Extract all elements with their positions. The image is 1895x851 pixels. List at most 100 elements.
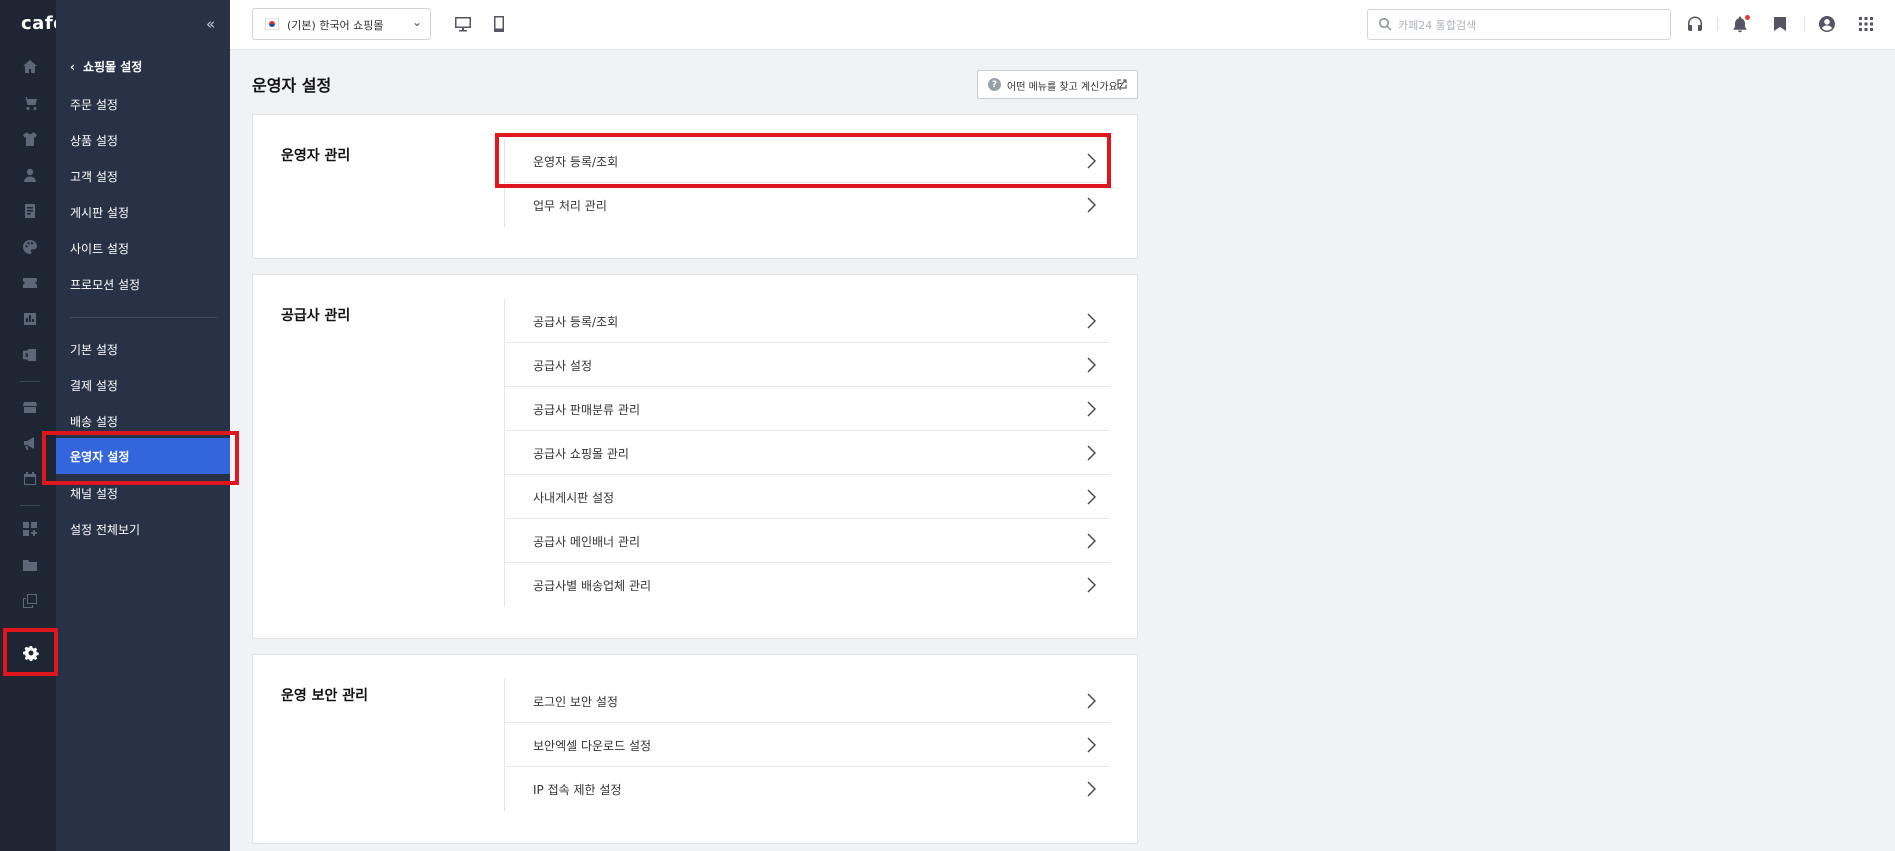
submenu-item-board[interactable]: 게시판 설정 [70,204,129,221]
excel-icon[interactable] [22,347,38,363]
menu-row-supplier-carrier[interactable]: 공급사별 배송업체 관리 [505,563,1110,607]
submenu-item-basic[interactable]: 기본 설정 [70,341,118,358]
menu-row-operator-register[interactable]: 운영자 등록/조회 [505,139,1110,183]
palette-icon[interactable] [22,239,38,255]
megaphone-icon[interactable] [22,435,38,451]
headset-support-icon[interactable] [1686,15,1704,33]
apps-icon[interactable] [22,521,38,537]
submenu-item-order[interactable]: 주문 설정 [70,96,118,113]
section-title: 운영자 관리 [281,148,351,164]
rail-divider [20,505,40,506]
collapse-sidebar-button[interactable]: « [206,15,215,33]
bookmark-icon[interactable] [1771,15,1789,33]
korea-flag-icon [265,18,279,30]
menu-help-label: 어떤 메뉴를 찾고 계신가요? [1007,82,1124,93]
menu-row-supplier-sales-category[interactable]: 공급사 판매분류 관리 [505,387,1110,431]
menu-row-supplier-register[interactable]: 공급사 등록/조회 [505,299,1110,343]
menu-row-supplier-settings[interactable]: 공급사 설정 [505,343,1110,387]
menu-row-internal-board[interactable]: 사내게시판 설정 [505,475,1110,519]
menu-row-label: 공급사 설정 [533,359,593,373]
board-icon[interactable] [22,203,38,219]
submenu-item-site[interactable]: 사이트 설정 [70,240,129,257]
shirt-icon[interactable] [22,131,38,147]
external-link-icon [1117,78,1127,89]
chevron-right-icon [1086,533,1096,549]
section-title: 공급사 관리 [281,308,351,324]
topbar-divider [1717,17,1718,31]
user-icon[interactable] [22,167,38,183]
desktop-icon[interactable] [454,15,472,33]
menu-row-label: IP 접속 제한 설정 [533,783,622,797]
global-search[interactable] [1367,9,1671,40]
mobile-icon[interactable] [490,15,508,33]
app-grid-icon[interactable] [1857,15,1875,33]
menu-row-label: 공급사 등록/조회 [533,315,619,329]
topbar-divider [1804,17,1805,31]
account-icon[interactable] [1818,15,1836,33]
back-label: 쇼핑몰 설정 [82,60,143,74]
menu-row-task-management[interactable]: 업무 처리 관리 [505,183,1110,227]
menu-row-label: 운영자 등록/조회 [533,155,619,169]
section-menu-list: 공급사 등록/조회 공급사 설정 공급사 판매분류 관리 공급사 쇼핑몰 관리 … [504,299,1110,607]
section-supplier-management: 공급사 관리 공급사 등록/조회 공급사 설정 공급사 판매분류 관리 공급사 … [252,274,1138,639]
chevron-right-icon [1086,401,1096,417]
chevron-right-icon [1086,489,1096,505]
page-title: 운영자 설정 [252,76,332,95]
home-icon[interactable] [22,59,38,75]
menu-row-label: 공급사 메인배너 관리 [533,535,640,549]
rail-divider [20,381,40,382]
section-menu-list: 로그인 보안 설정 보안엑셀 다운로드 설정 IP 접속 제한 설정 [504,679,1110,811]
menu-help-button[interactable]: ? 어떤 메뉴를 찾고 계신가요? [977,70,1138,99]
chevron-right-icon [1086,693,1096,709]
submenu-item-channel[interactable]: 채널 설정 [70,485,118,502]
settings-gear-icon[interactable] [5,630,57,675]
chevron-right-icon [1086,153,1096,169]
shop-selector[interactable]: (기본) 한국어 쇼핑몰 ⌄ [252,8,431,40]
menu-row-label: 업무 처리 관리 [533,199,607,213]
submenu-item-customer[interactable]: 고객 설정 [70,168,118,185]
menu-row-login-security[interactable]: 로그인 보안 설정 [505,679,1110,723]
menu-row-ip-restriction[interactable]: IP 접속 제한 설정 [505,767,1110,811]
chevron-down-icon: ⌄ [411,15,422,29]
submenu-item-shipping[interactable]: 배송 설정 [70,413,118,430]
chevron-right-icon [1086,781,1096,797]
submenu-item-product[interactable]: 상품 설정 [70,132,118,149]
store-icon[interactable] [22,399,38,415]
search-input[interactable] [1398,14,1658,36]
menu-row-label: 보안엑셀 다운로드 설정 [533,739,652,753]
menu-row-secure-excel-download[interactable]: 보안엑셀 다운로드 설정 [505,723,1110,767]
chevron-right-icon [1086,197,1096,213]
chevron-right-icon [1086,577,1096,593]
submenu-divider [70,317,217,318]
chevron-right-icon [1086,313,1096,329]
menu-row-supplier-main-banner[interactable]: 공급사 메인배너 관리 [505,519,1110,563]
icon-rail [0,0,56,851]
question-icon: ? [988,78,1001,91]
submenu-item-payment[interactable]: 결제 설정 [70,377,118,394]
ticket-icon[interactable] [22,275,38,291]
submenu-item-view-all[interactable]: 설정 전체보기 [70,521,140,538]
menu-row-label: 로그인 보안 설정 [533,695,618,709]
chevron-right-icon [1086,357,1096,373]
section-operator-management: 운영자 관리 운영자 등록/조회 업무 처리 관리 [252,114,1138,259]
submenu-item-operator-active[interactable]: 운영자 설정 [56,438,230,474]
cart-icon[interactable] [22,95,38,111]
chevron-left-icon: ‹ [70,60,75,74]
copy-icon[interactable] [22,593,38,609]
menu-row-label: 공급사 판매분류 관리 [533,403,640,417]
section-title: 운영 보안 관리 [281,688,369,704]
menu-row-supplier-shop[interactable]: 공급사 쇼핑몰 관리 [505,431,1110,475]
section-menu-list: 운영자 등록/조회 업무 처리 관리 [504,139,1110,227]
submenu-item-promotion[interactable]: 프로모션 설정 [70,276,140,293]
folder-icon[interactable] [22,557,38,573]
submenu-active-label: 운영자 설정 [70,450,130,464]
shop-selector-value: (기본) 한국어 쇼핑몰 [287,19,384,32]
back-to-shop-settings[interactable]: ‹ 쇼핑몰 설정 [70,58,142,75]
section-security-management: 운영 보안 관리 로그인 보안 설정 보안엑셀 다운로드 설정 IP 접속 제한… [252,654,1138,844]
chevron-right-icon [1086,445,1096,461]
search-icon [1378,17,1392,31]
chart-icon[interactable] [22,311,38,327]
menu-row-label: 공급사별 배송업체 관리 [533,579,652,593]
calendar-icon[interactable] [22,471,38,487]
chevron-right-icon [1086,737,1096,753]
